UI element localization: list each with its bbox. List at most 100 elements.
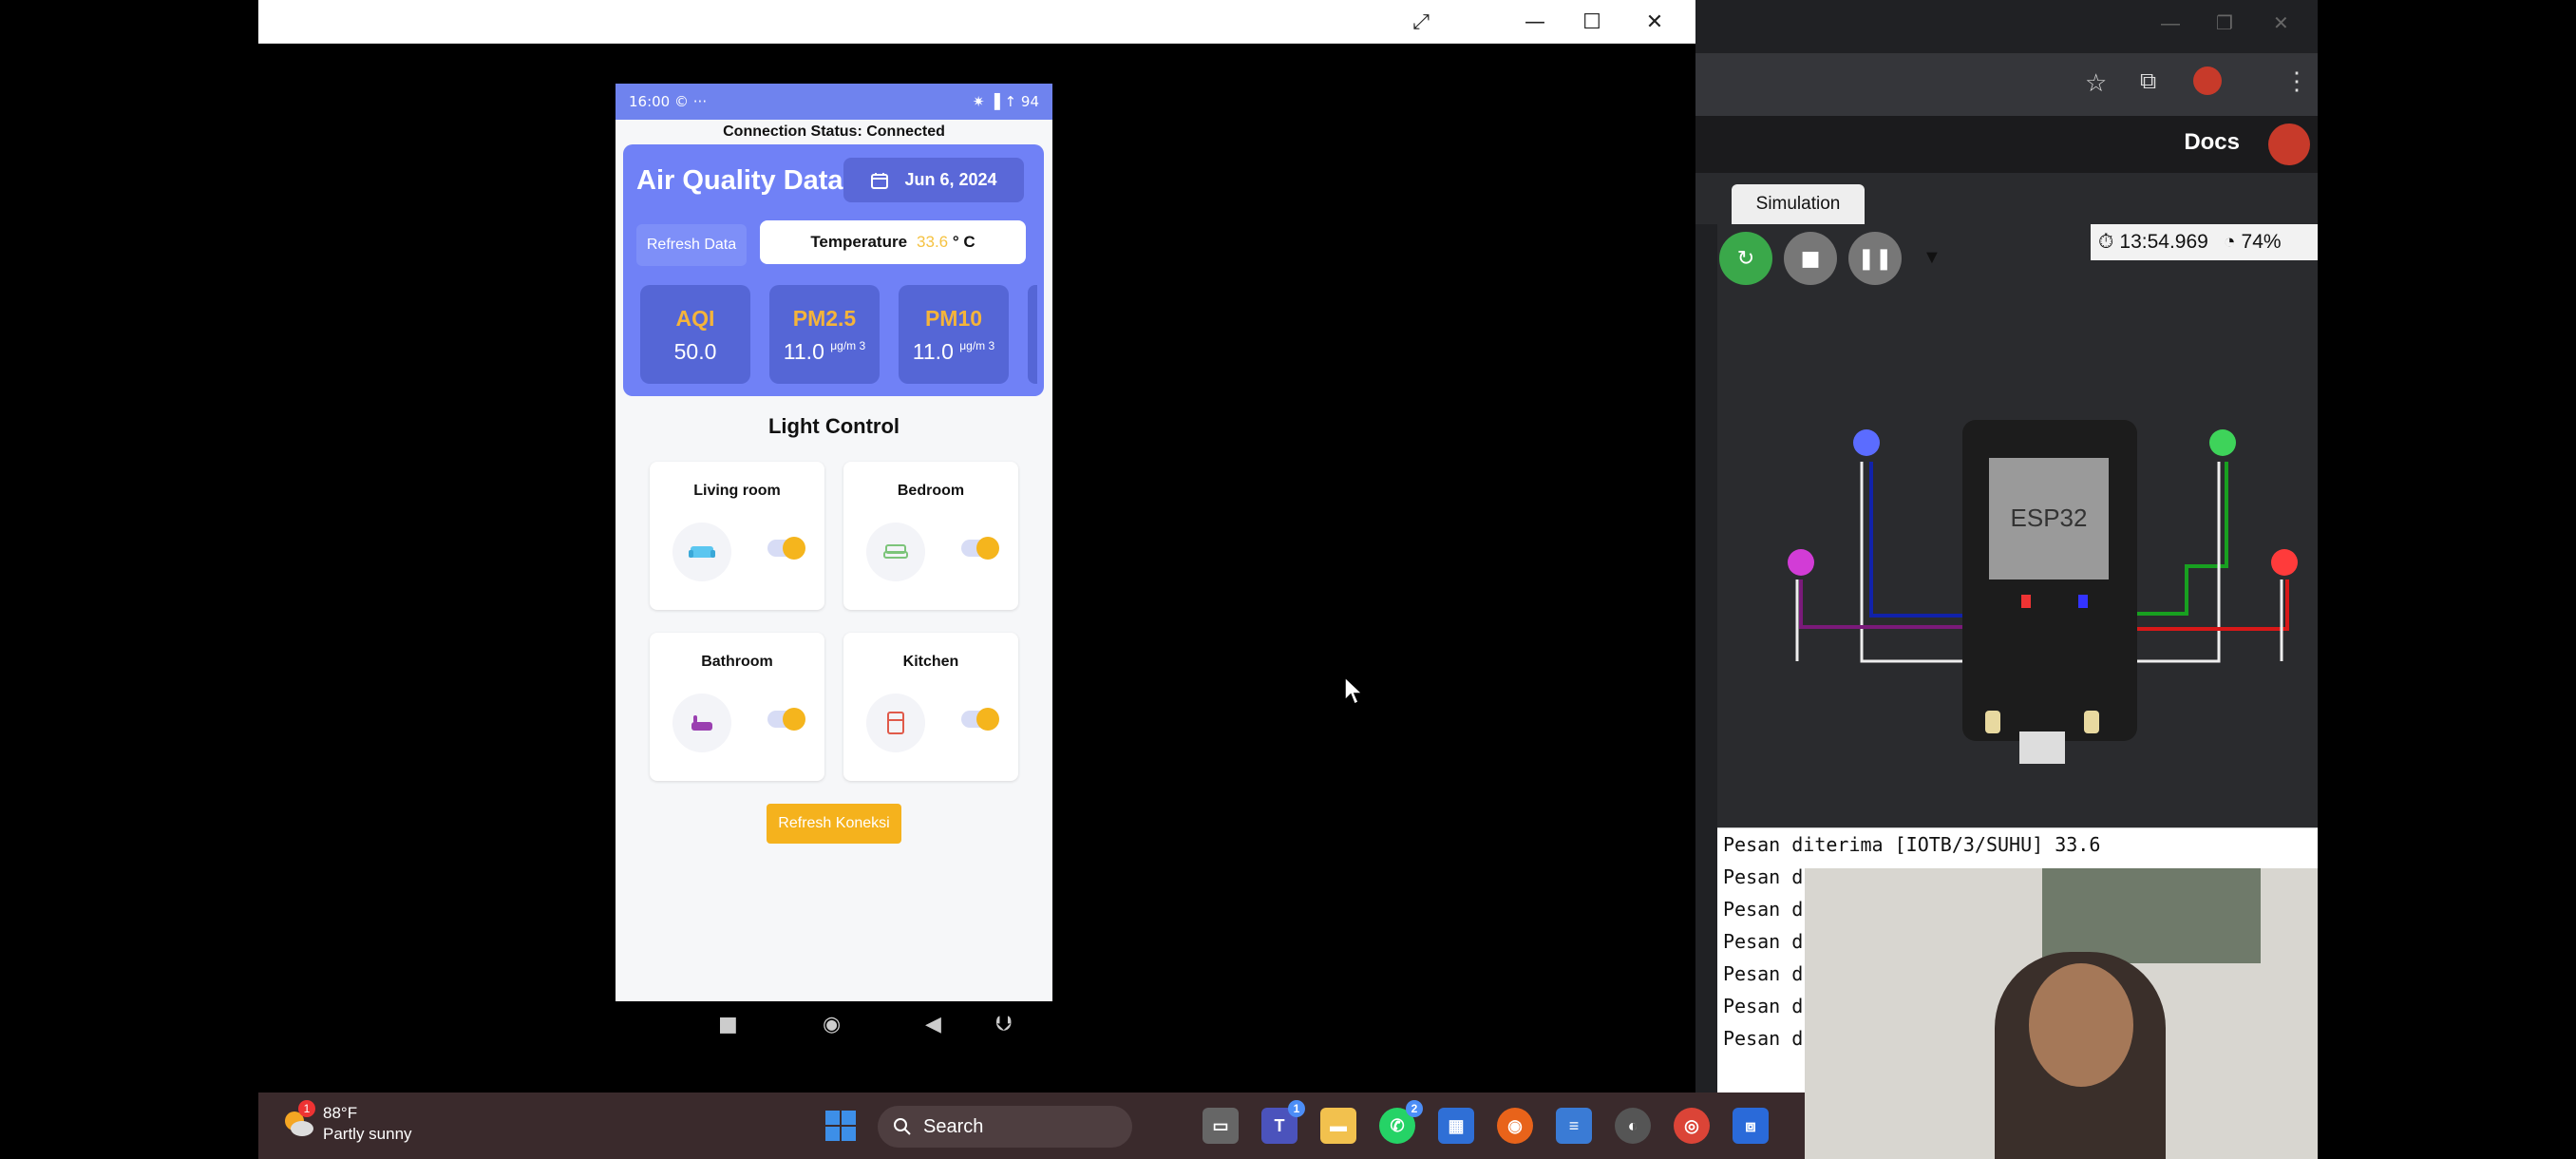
led-blue: [1853, 429, 1880, 456]
chrome-icon[interactable]: ◎: [1674, 1108, 1710, 1144]
room-card-living-room: Living room: [650, 462, 824, 610]
window-titlebar: ⤢ — ☐ ✕: [258, 0, 1695, 44]
whatsapp-badge: 2: [1406, 1100, 1423, 1117]
simulation-tabbar: Simulation: [1695, 173, 2318, 224]
light-toggle-bedroom[interactable]: [961, 537, 999, 560]
led-green: [2209, 429, 2236, 456]
weather-temp: 88°F: [323, 1104, 358, 1122]
onboard-led-blue: [2078, 595, 2088, 608]
chip-label: ESP32: [2011, 504, 2088, 532]
metric-card-pm25: PM2.5 11.0 μg/m 3: [769, 285, 880, 384]
maximize-button[interactable]: ☐: [1563, 0, 1620, 44]
weather-desc: Partly sunny: [323, 1125, 412, 1143]
room-card-bedroom: Bedroom: [843, 462, 1018, 610]
page-title: Air Quality Data: [636, 165, 843, 196]
metric-card-aqi: AQI 50.0: [640, 285, 750, 384]
phone-mirror-window: ⤢ — ☐ ✕ 16:00 © ··· ✷ ▐ ↑ 94 Connection …: [258, 0, 1695, 1092]
light-control-title: Light Control: [767, 414, 900, 438]
app-icon[interactable]: ◐: [1615, 1108, 1651, 1144]
circuit-diagram: ESP32: [1788, 420, 2298, 764]
poster: [2042, 868, 2261, 963]
task-view-icon[interactable]: ▭: [1203, 1108, 1239, 1144]
close-icon[interactable]: ✕: [2273, 11, 2289, 35]
teams-icon[interactable]: T1: [1261, 1100, 1305, 1144]
simulation-canvas: ↻ ■ ❚❚ ▼ ⏱ 13:54.969 ◔ 74% ESP32: [1717, 224, 2318, 827]
face: [2029, 963, 2133, 1087]
room-card-bathroom: Bathroom: [650, 633, 824, 781]
metric-unit: μg/m 3: [959, 339, 995, 352]
temperature-value: 33.6: [917, 233, 949, 251]
search-label: Search: [923, 1115, 984, 1137]
metric-name: PM2.5: [792, 306, 857, 331]
expand-icon[interactable]: ⤢: [1392, 0, 1449, 44]
menu-icon[interactable]: ⋮: [2284, 66, 2309, 96]
phone-screen: 16:00 © ··· ✷ ▐ ↑ 94 Connection Status: …: [616, 84, 1052, 1001]
teams-badge: 1: [1288, 1100, 1305, 1117]
led-red: [2271, 549, 2298, 576]
avatar[interactable]: [2268, 124, 2310, 165]
home-icon[interactable]: ◉: [823, 1013, 841, 1036]
metric-value: 11.0: [783, 339, 824, 364]
metric-value: 50.0: [673, 339, 717, 364]
onboard-led-red: [2021, 595, 2031, 608]
taskbar: 1 88°F Partly sunny Search ▭ T1 ▬ ✆ 2 ▦ ◉…: [258, 1092, 1805, 1159]
minimize-button[interactable]: —: [1506, 0, 1563, 44]
recent-apps-icon[interactable]: ■: [718, 1013, 738, 1036]
light-toggle-kitchen[interactable]: [961, 708, 999, 731]
notepad-icon[interactable]: ≡: [1556, 1108, 1592, 1144]
store-icon[interactable]: ▦: [1438, 1108, 1474, 1144]
temperature-box: Temperature 33.6 ° C: [760, 220, 1026, 264]
serial-line: Pesan diterima [IOTB/3/SUHU] 33.6: [1723, 833, 2101, 856]
button-right: [2084, 711, 2099, 733]
mouse-cursor-icon: [1344, 676, 1364, 706]
button-left: [1985, 711, 2000, 733]
status-extra: © ···: [674, 93, 708, 110]
room-name: Bathroom: [701, 654, 773, 670]
screen-mirror-icon[interactable]: ⧈: [1733, 1108, 1769, 1144]
refresh-connection-button[interactable]: Refresh Koneksi: [767, 804, 901, 844]
webcam-overlay: [1805, 868, 2318, 1159]
browser-tabstrip: — ❐ ✕: [1695, 0, 2318, 53]
whatsapp-icon[interactable]: ✆ 2: [1379, 1100, 1423, 1144]
extensions-icon[interactable]: ⧉: [2140, 68, 2156, 95]
metric-name: AQI: [675, 306, 715, 331]
windows-start-icon[interactable]: [824, 1110, 857, 1142]
date-picker-button[interactable]: Jun 6, 2024: [843, 158, 1024, 202]
firefox-icon[interactable]: ◉: [1497, 1108, 1533, 1144]
date-label: Jun 6, 2024: [904, 170, 997, 189]
room-name: Living room: [693, 483, 781, 499]
sofa-icon: [672, 522, 731, 581]
taskbar-search[interactable]: Search: [878, 1106, 1132, 1148]
file-explorer-icon[interactable]: ▬: [1320, 1108, 1356, 1144]
minimize-icon[interactable]: —: [2161, 13, 2180, 35]
room-name: Kitchen: [902, 654, 959, 670]
weather-badge: 1: [298, 1100, 315, 1117]
expand-down-icon[interactable]: ⮋: [995, 1013, 1012, 1036]
led-purple: [1788, 549, 1814, 576]
metric-unit: μg/m 3: [830, 339, 866, 352]
search-icon: [894, 1118, 911, 1135]
light-toggle-bathroom[interactable]: [767, 708, 805, 731]
metric-value: 11.0: [912, 339, 954, 364]
close-button[interactable]: ✕: [1626, 0, 1683, 44]
room-card-kitchen: Kitchen: [843, 633, 1018, 781]
phone-status-bar: 16:00 © ··· ✷ ▐ ↑ 94: [616, 84, 1052, 120]
metric-card-pm10: PM10 11.0 μg/m 3: [899, 285, 1009, 384]
phone-nav-bar: ■ ◉ ◀ ⮋: [616, 1001, 1052, 1051]
bookmark-star-icon[interactable]: ☆: [2085, 68, 2107, 98]
docs-link[interactable]: Docs: [2184, 129, 2240, 156]
status-time: 16:00: [629, 93, 671, 110]
back-icon[interactable]: ◀: [925, 1013, 941, 1036]
status-icons: ✷ ▐ ↑ 94: [972, 93, 1039, 110]
light-toggle-living-room[interactable]: [767, 537, 805, 560]
tab-simulation[interactable]: Simulation: [1732, 184, 1865, 224]
refresh-data-button[interactable]: Refresh Data: [636, 224, 747, 266]
profile-avatar[interactable]: [2193, 66, 2222, 95]
bathtub-icon: [672, 694, 731, 752]
usb-port: [2019, 732, 2065, 764]
room-name: Bedroom: [897, 483, 965, 499]
browser-toolbar: ☆ ⧉ ⋮: [1695, 53, 2318, 116]
wokwi-header: Docs: [1695, 116, 2318, 173]
restore-icon[interactable]: ❐: [2216, 11, 2233, 35]
temperature-label: Temperature: [810, 233, 908, 251]
